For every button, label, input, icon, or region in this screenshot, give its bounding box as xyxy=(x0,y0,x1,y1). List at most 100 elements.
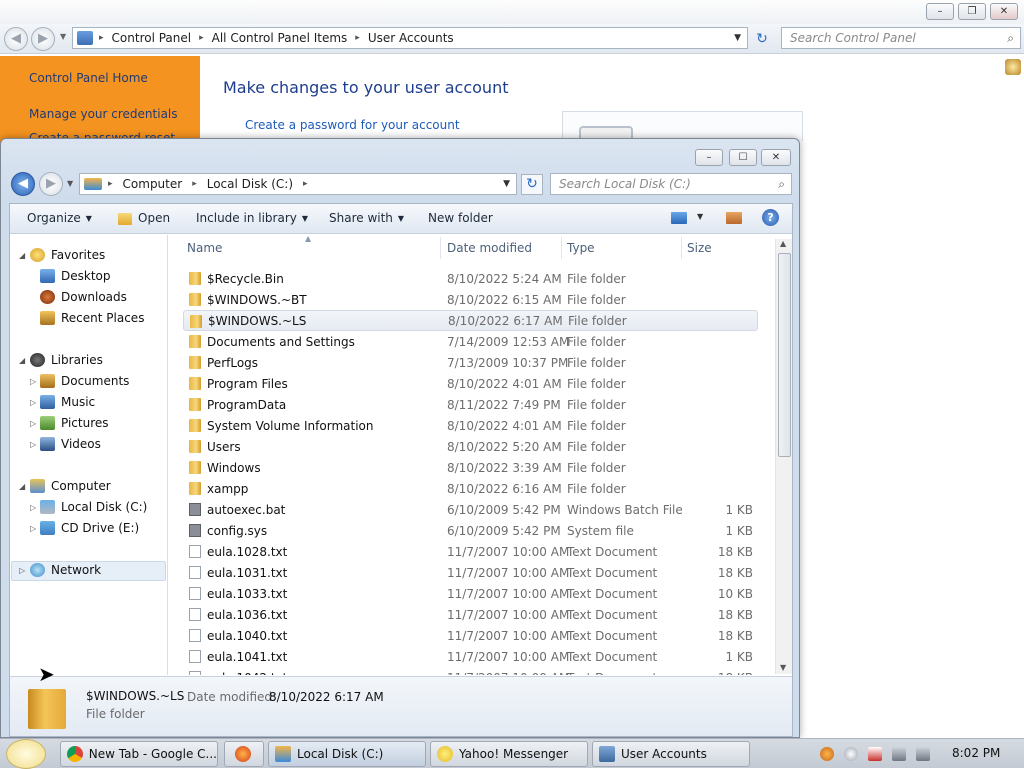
nav-cd-drive[interactable]: CD Drive (E:) xyxy=(40,521,139,535)
nav-downloads[interactable]: Downloads xyxy=(40,290,127,304)
create-password-link[interactable]: Create a password for your account xyxy=(245,118,460,132)
control-panel-search-input[interactable]: Search Control Panel ⌕ xyxy=(781,27,1021,49)
preview-pane-icon[interactable] xyxy=(726,212,742,224)
nav-libraries[interactable]: Libraries xyxy=(30,353,103,367)
task-chrome[interactable]: New Tab - Google C... xyxy=(60,741,218,767)
network-tray-icon[interactable] xyxy=(892,747,906,761)
nav-pictures[interactable]: Pictures xyxy=(40,416,109,430)
explorer-search-input[interactable]: Search Local Disk (C:) ⌕ xyxy=(550,173,792,195)
file-row[interactable]: eula.1041.txt 11/7/2007 10:00 AM Text Docu… xyxy=(183,646,758,667)
column-header-size[interactable]: Size xyxy=(687,241,712,255)
chevron-down-icon[interactable]: ▼ xyxy=(503,179,510,189)
address-bar[interactable]: ▸ Computer ▸ Local Disk (C:) ▸ ▼ xyxy=(79,173,517,195)
refresh-icon[interactable]: ↻ xyxy=(521,174,543,195)
collapsed-arrow-icon[interactable]: ▷ xyxy=(30,419,36,428)
chevron-down-icon[interactable]: ▼ xyxy=(697,212,703,221)
vertical-scrollbar[interactable]: ▲ ▼ xyxy=(775,239,792,674)
task-local-disk[interactable]: Local Disk (C:) xyxy=(268,741,426,767)
scroll-down-icon[interactable]: ▼ xyxy=(780,663,786,672)
file-row[interactable]: eula.1028.txt 11/7/2007 10:00 AM Text Docu… xyxy=(183,541,758,562)
change-view-icon[interactable] xyxy=(671,212,687,224)
file-row[interactable]: ProgramData 8/11/2022 7:49 PM File folder xyxy=(183,394,758,415)
file-row[interactable]: config.sys 6/10/2009 5:42 PM System file 1 … xyxy=(183,520,758,541)
forward-button[interactable]: ▶ xyxy=(39,172,63,196)
chevron-down-icon[interactable]: ▼ xyxy=(734,33,741,43)
address-bar[interactable]: ▸ Control Panel ▸ All Control Panel Item… xyxy=(72,27,748,49)
search-icon[interactable]: ⌕ xyxy=(778,177,785,192)
breadcrumb-user-accounts[interactable]: User Accounts xyxy=(368,31,454,45)
task-user-accounts[interactable]: User Accounts xyxy=(592,741,750,767)
nav-network[interactable]: Network xyxy=(30,563,101,577)
collapsed-arrow-icon[interactable]: ▷ xyxy=(30,377,36,386)
collapsed-arrow-icon[interactable]: ▷ xyxy=(30,524,36,533)
help-icon[interactable]: ? xyxy=(762,209,779,226)
maximize-button[interactable]: ❐ xyxy=(958,3,986,20)
maximize-button[interactable]: ☐ xyxy=(729,149,757,166)
column-header-type[interactable]: Type xyxy=(567,241,595,255)
minimize-button[interactable]: – xyxy=(926,3,954,20)
file-row[interactable]: $WINDOWS.~BT 8/10/2022 6:15 AM File folder xyxy=(183,289,758,310)
include-in-library-button[interactable]: Include in library ▼ xyxy=(196,211,308,225)
nav-desktop[interactable]: Desktop xyxy=(40,269,111,283)
collapsed-arrow-icon[interactable]: ▷ xyxy=(19,566,25,575)
share-with-button[interactable]: Share with ▼ xyxy=(329,211,404,225)
minimize-button[interactable]: – xyxy=(695,149,723,166)
collapsed-arrow-icon[interactable]: ▷ xyxy=(30,503,36,512)
back-button[interactable]: ◀ xyxy=(4,27,28,51)
forward-button[interactable]: ▶ xyxy=(31,27,55,51)
file-row[interactable]: $Recycle.Bin 8/10/2022 5:24 AM File folder xyxy=(183,268,758,289)
file-row[interactable]: $WINDOWS.~LS 8/10/2022 6:17 AM File folder xyxy=(183,310,758,331)
collapsed-arrow-icon[interactable]: ▷ xyxy=(30,440,36,449)
file-row[interactable]: Program Files 8/10/2022 4:01 AM File folde… xyxy=(183,373,758,394)
file-row[interactable]: xampp 8/10/2022 6:16 AM File folder xyxy=(183,478,758,499)
nav-music[interactable]: Music xyxy=(40,395,95,409)
breadcrumb-all-items[interactable]: All Control Panel Items xyxy=(212,31,348,45)
nav-videos[interactable]: Videos xyxy=(40,437,101,451)
file-row[interactable]: eula.1033.txt 11/7/2007 10:00 AM Text Docu… xyxy=(183,583,758,604)
file-row[interactable]: System Volume Information 8/10/2022 4:01 … xyxy=(183,415,758,436)
breadcrumb-control-panel[interactable]: Control Panel xyxy=(112,31,192,45)
scroll-up-icon[interactable]: ▲ xyxy=(780,239,786,248)
column-header-date-modified[interactable]: Date modified xyxy=(447,241,532,255)
expand-arrow-icon[interactable]: ◢ xyxy=(19,251,25,260)
breadcrumb-local-disk[interactable]: Local Disk (C:) xyxy=(207,177,293,191)
file-row[interactable]: PerfLogs 7/13/2009 10:37 PM File folder xyxy=(183,352,758,373)
file-row[interactable]: eula.1040.txt 11/7/2007 10:00 AM Text Docu… xyxy=(183,625,758,646)
nav-computer[interactable]: Computer xyxy=(30,479,111,493)
nav-documents[interactable]: Documents xyxy=(40,374,129,388)
expand-arrow-icon[interactable]: ◢ xyxy=(19,356,25,365)
nav-local-disk[interactable]: Local Disk (C:) xyxy=(40,500,147,514)
recent-pages-icon[interactable]: ▼ xyxy=(60,32,66,41)
open-button[interactable]: Open xyxy=(118,211,170,225)
column-divider[interactable] xyxy=(440,237,441,259)
column-header-name[interactable]: Name xyxy=(187,241,222,255)
column-divider[interactable] xyxy=(681,237,682,259)
start-button[interactable] xyxy=(6,739,46,769)
refresh-icon[interactable]: ↻ xyxy=(752,29,772,49)
recent-pages-icon[interactable]: ▼ xyxy=(67,179,73,188)
control-panel-home-link[interactable]: Control Panel Home xyxy=(29,71,148,85)
scrollbar-thumb[interactable] xyxy=(778,253,791,457)
expand-arrow-icon[interactable]: ◢ xyxy=(19,482,25,491)
task-firefox[interactable] xyxy=(224,741,264,767)
help-icon[interactable] xyxy=(1005,59,1021,75)
action-center-icon[interactable] xyxy=(868,747,882,761)
search-tray-icon[interactable] xyxy=(820,747,834,761)
manage-credentials-link[interactable]: Manage your credentials xyxy=(29,107,178,121)
file-row[interactable]: autoexec.bat 6/10/2009 5:42 PM Windows Bat… xyxy=(183,499,758,520)
column-divider[interactable] xyxy=(561,237,562,259)
file-row[interactable]: Windows 8/10/2022 3:39 AM File folder xyxy=(183,457,758,478)
new-folder-button[interactable]: New folder xyxy=(428,211,493,225)
close-button[interactable]: ✕ xyxy=(990,3,1018,20)
clock[interactable]: 8:02 PM xyxy=(952,746,1000,760)
file-row[interactable]: Documents and Settings 7/14/2009 12:53 AM… xyxy=(183,331,758,352)
nav-recent-places[interactable]: Recent Places xyxy=(40,311,144,325)
file-row[interactable]: eula.1042.txt 11/7/2007 10:00 AMText Docu… xyxy=(183,667,758,675)
volume-icon[interactable] xyxy=(916,747,930,761)
close-button[interactable]: ✕ xyxy=(761,149,791,166)
collapsed-arrow-icon[interactable]: ▷ xyxy=(30,398,36,407)
messenger-tray-icon[interactable] xyxy=(844,747,858,761)
breadcrumb-computer[interactable]: Computer xyxy=(123,177,183,191)
back-button[interactable]: ◀ xyxy=(11,172,35,196)
file-row[interactable]: Users 8/10/2022 5:20 AM File folder xyxy=(183,436,758,457)
